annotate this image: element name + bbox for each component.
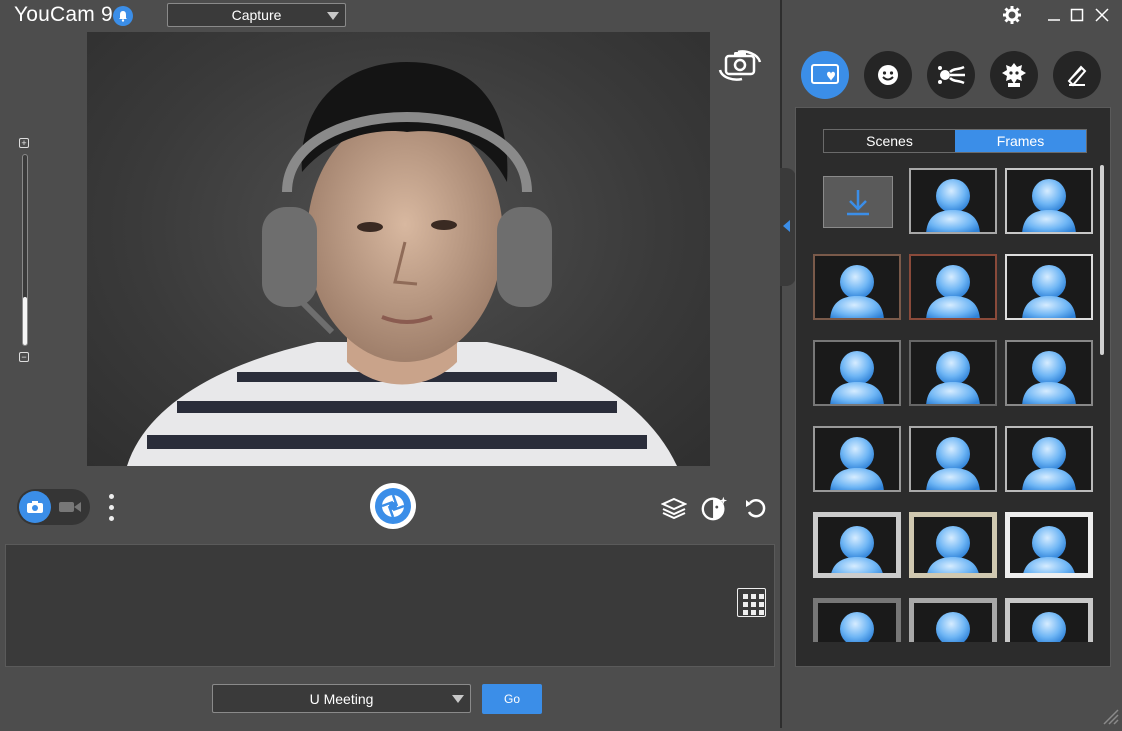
panel-divider (780, 0, 782, 728)
frame-thumbnail[interactable] (813, 512, 901, 578)
maximize-icon[interactable] (1068, 6, 1086, 24)
capture-shutter-button[interactable] (370, 483, 416, 529)
panel-tabs: Scenes Frames (823, 129, 1087, 153)
meeting-select-value: U Meeting (309, 690, 374, 707)
face-beautify-icon[interactable] (700, 494, 728, 522)
effects-icon[interactable] (927, 51, 975, 99)
face-icon[interactable] (864, 51, 912, 99)
frame-thumbnail[interactable] (909, 254, 997, 320)
minimize-icon[interactable] (1045, 6, 1063, 24)
collapse-panel-handle[interactable] (780, 168, 796, 286)
frame-thumbnail[interactable] (813, 598, 901, 642)
layers-icon[interactable] (660, 494, 688, 522)
go-button[interactable]: Go (482, 684, 542, 714)
camera-mode-icon[interactable] (19, 491, 51, 523)
frames-tool-icon[interactable] (801, 51, 849, 99)
frame-thumbnail[interactable] (909, 340, 997, 406)
frame-thumbnail[interactable] (909, 426, 997, 492)
frames-grid (813, 168, 1097, 642)
video-mode-icon[interactable] (58, 497, 82, 517)
zoom-level-fill[interactable] (23, 297, 27, 345)
frame-thumbnail[interactable] (813, 340, 901, 406)
chevron-down-icon (327, 12, 339, 20)
zoom-track[interactable] (22, 154, 28, 346)
close-icon[interactable] (1093, 6, 1111, 24)
frame-thumbnail[interactable] (909, 598, 997, 642)
brush-edit-icon[interactable] (1053, 51, 1101, 99)
frame-thumbnail[interactable] (813, 254, 901, 320)
switch-camera-icon[interactable] (718, 48, 762, 82)
mode-select-value: Capture (231, 7, 282, 23)
frame-thumbnail[interactable] (1005, 254, 1093, 320)
frame-thumbnail[interactable] (1005, 426, 1093, 492)
download-frames-tile[interactable] (813, 168, 901, 234)
gallery-grid-icon[interactable] (737, 588, 766, 617)
frame-thumbnail[interactable] (1005, 512, 1093, 578)
person-preview-image (127, 62, 677, 466)
zoom-slider[interactable]: + − (19, 138, 31, 364)
frame-thumbnail[interactable] (1005, 168, 1093, 234)
chevron-down-icon (452, 695, 464, 703)
settings-gear-icon[interactable] (1003, 6, 1021, 24)
resize-grip-icon[interactable] (1096, 702, 1120, 726)
tab-scenes[interactable]: Scenes (824, 130, 955, 152)
chevron-left-icon (783, 220, 790, 232)
frame-thumbnail[interactable] (909, 168, 997, 234)
meeting-app-select[interactable]: U Meeting (212, 684, 471, 713)
undo-icon[interactable] (742, 494, 770, 522)
shutter-icon (375, 488, 411, 524)
captured-media-strip[interactable] (5, 544, 775, 667)
zoom-out-icon[interactable]: − (19, 352, 29, 362)
avatar-mask-icon[interactable] (990, 51, 1038, 99)
frame-thumbnail[interactable] (1005, 340, 1093, 406)
tab-frames[interactable]: Frames (955, 130, 1086, 152)
frame-thumbnail[interactable] (813, 426, 901, 492)
camera-preview (87, 32, 710, 466)
more-options-icon[interactable] (106, 491, 116, 527)
zoom-in-icon[interactable]: + (19, 138, 29, 148)
notification-bell-icon[interactable] (113, 6, 133, 26)
photo-video-toggle[interactable] (17, 489, 90, 525)
frame-thumbnail[interactable] (909, 512, 997, 578)
mode-select[interactable]: Capture (167, 3, 346, 27)
panel-scrollbar[interactable] (1100, 165, 1104, 355)
download-icon[interactable] (823, 176, 893, 228)
app-title: YouCam 9 (14, 3, 113, 26)
frame-thumbnail[interactable] (1005, 598, 1093, 642)
